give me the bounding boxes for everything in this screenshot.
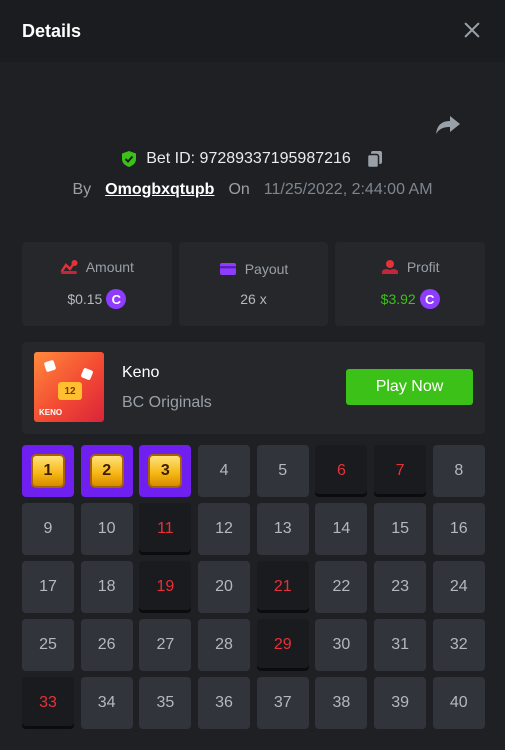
- stat-amount: Amount $0.15 C: [22, 242, 172, 326]
- keno-cell: 10: [80, 503, 133, 555]
- bet-datetime: 11/25/2022, 2:44:00 AM: [263, 181, 433, 198]
- stat-label: Amount: [85, 259, 134, 275]
- keno-cell: 24: [432, 561, 485, 613]
- keno-cell: 37: [256, 677, 309, 729]
- bet-id-text: Bet ID: 97289337195987216: [146, 150, 351, 167]
- stat-value: $3.92: [380, 291, 416, 307]
- keno-cell: 31: [374, 619, 427, 671]
- stat-payout: Payout 26 x: [178, 242, 329, 326]
- stat-label: Profit: [406, 259, 440, 275]
- copy-icon[interactable]: [365, 149, 385, 169]
- stat-label: Payout: [244, 261, 289, 277]
- stat-value: 26 x: [240, 291, 267, 307]
- keno-cell-drawn: 6: [315, 445, 368, 497]
- username-link[interactable]: Omogbxqtupb: [105, 181, 214, 199]
- keno-cell: 32: [432, 619, 485, 671]
- coin-icon: C: [419, 289, 440, 309]
- keno-cell: 8: [432, 445, 485, 497]
- thumbnail-tag: KENO: [39, 408, 63, 417]
- profit-icon: [381, 260, 398, 274]
- close-icon[interactable]: [461, 19, 483, 41]
- keno-cell: 16: [432, 503, 485, 555]
- stat-value: $0.15: [67, 291, 103, 307]
- keno-hit-gem: 2: [89, 454, 124, 488]
- keno-cell-drawn: 7: [374, 445, 427, 497]
- keno-cell-drawn: 21: [256, 561, 309, 613]
- keno-cell-drawn: 29: [256, 619, 309, 671]
- keno-cell: 12: [198, 503, 251, 555]
- keno-hit-gem: 1: [31, 454, 65, 488]
- keno-cell: 20: [198, 561, 251, 613]
- thumbnail-number: 12: [58, 382, 82, 400]
- keno-cell: 18: [80, 561, 133, 613]
- payout-icon: [219, 263, 236, 275]
- keno-cell: 23: [374, 561, 427, 613]
- keno-cell: 22: [315, 561, 368, 613]
- keno-cell: 9: [22, 503, 74, 555]
- keno-thumbnail[interactable]: 12 KENO: [34, 352, 104, 422]
- keno-cell: 13: [256, 503, 309, 555]
- keno-cell: 25: [22, 619, 74, 671]
- keno-cell-hit: 1: [22, 445, 74, 497]
- keno-cell: 14: [315, 503, 368, 555]
- keno-cell-hit: 2: [80, 445, 133, 497]
- keno-cell-hit: 3: [139, 445, 192, 497]
- amount-icon: [60, 260, 78, 274]
- keno-cell: 26: [80, 619, 133, 671]
- keno-cell: 35: [139, 677, 192, 729]
- bet-stats: Amount $0.15 C Payout 26 x Profit $3.92 …: [22, 242, 486, 326]
- dice-icon: [43, 359, 57, 373]
- by-label: By: [72, 181, 92, 198]
- keno-cell: 27: [139, 619, 192, 671]
- keno-cell: 17: [22, 561, 74, 613]
- details-header: Details: [0, 0, 505, 62]
- keno-cell: 39: [374, 677, 427, 729]
- verified-shield-icon: [122, 151, 137, 167]
- game-provider: BC Originals: [122, 394, 212, 411]
- page-title: Details: [22, 20, 82, 41]
- keno-cell: 36: [198, 677, 251, 729]
- keno-cell: 34: [80, 677, 133, 729]
- stat-profit: Profit $3.92 C: [335, 242, 486, 326]
- keno-cell: 28: [198, 619, 251, 671]
- keno-cell-drawn: 33: [22, 677, 74, 729]
- keno-cell: 4: [198, 445, 251, 497]
- dice-icon: [80, 367, 94, 381]
- keno-hit-gem: 3: [148, 454, 183, 488]
- keno-cell: 15: [374, 503, 427, 555]
- game-name: Keno: [122, 364, 160, 381]
- on-label: On: [228, 181, 250, 198]
- bet-id-row: Bet ID: 97289337195987216: [0, 147, 505, 171]
- keno-board: 1 2 3 4 5 6 7 8 9 10 11 12 13 14 15 16 17 18 19 20 21 22 23 24 2…: [22, 445, 485, 729]
- keno-cell-drawn: 19: [139, 561, 192, 613]
- keno-cell: 40: [432, 677, 485, 729]
- keno-cell: 30: [315, 619, 368, 671]
- coin-icon: C: [106, 289, 127, 309]
- play-now-button[interactable]: Play Now: [346, 369, 473, 405]
- keno-cell-drawn: 11: [139, 503, 192, 555]
- share-icon[interactable]: [434, 113, 462, 137]
- keno-cell: 5: [256, 445, 309, 497]
- game-card: 12 KENO Keno BC Originals Play Now: [22, 342, 485, 434]
- keno-cell: 38: [315, 677, 368, 729]
- bet-author-row: By Omogbxqtupb On 11/25/2022, 2:44:00 AM: [0, 178, 505, 202]
